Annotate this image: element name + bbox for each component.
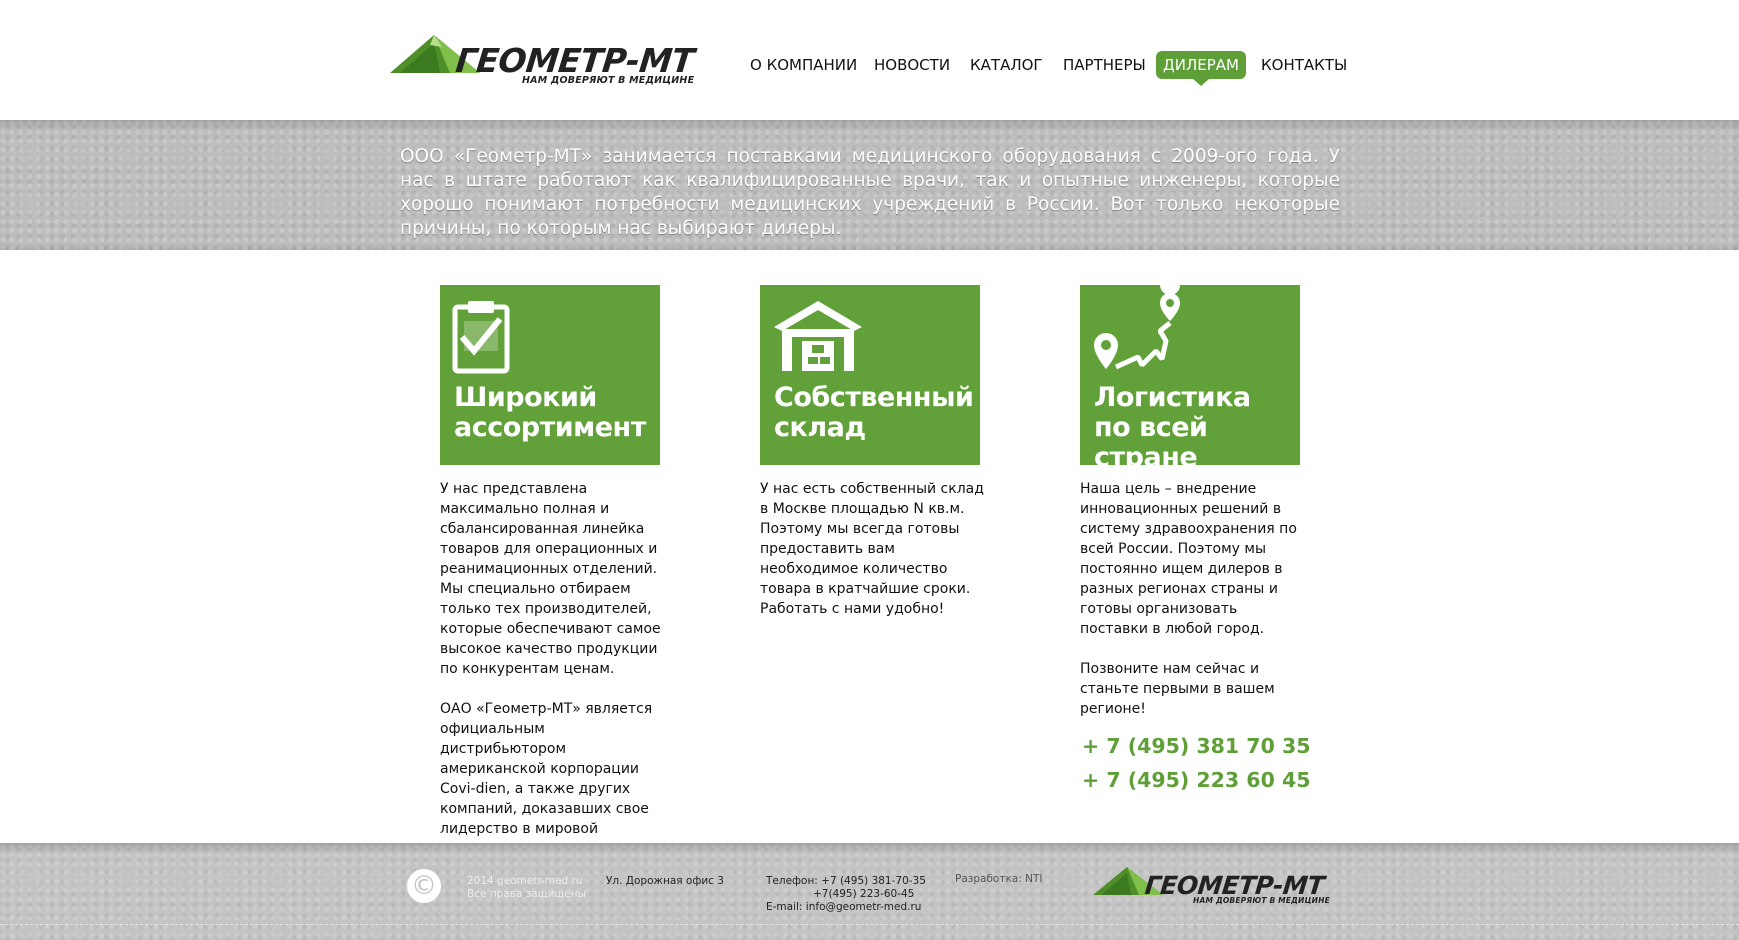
feature-assortment: Широкий ассортимент У нас представлена м…: [440, 285, 670, 879]
feature-title: Логистика по всей стране: [1094, 382, 1251, 473]
copyright-icon: ©: [407, 869, 441, 903]
route-map-icon: [1094, 285, 1181, 370]
footer-phone-1: Телефон: +7 (495) 381-70-35: [766, 875, 926, 887]
feature-paragraph: У нас есть собственный склад в Москве пл…: [760, 481, 984, 617]
feature-paragraph: У нас представлена максимально полная и …: [440, 481, 661, 677]
nav-item-about[interactable]: О КОМПАНИИ: [750, 51, 857, 79]
intro-band: ООО «Геометр-МТ» занимается поставками м…: [0, 120, 1739, 250]
developer-credit[interactable]: Разработка: NTI: [955, 873, 1042, 886]
footer-logo[interactable]: ГЕОМЕТР-МТ НАМ ДОВЕРЯЮТ В МЕДИЦИНЕ: [1093, 865, 1330, 909]
site-footer: © 2014 geometr-med.ru Все права защищены…: [0, 843, 1739, 940]
footer-phone-2: +7(495) 223-60-45: [813, 888, 915, 900]
feature-paragraph: ОАО «Геометр-МТ» является официальным ди…: [440, 701, 653, 857]
feature-card: Логистика по всей стране: [1080, 285, 1300, 473]
feature-warehouse: Собственный склад У нас есть собственный…: [760, 285, 990, 639]
nav-item-partners[interactable]: ПАРТНЕРЫ: [1063, 51, 1146, 79]
copyright-line: 2014 geometr-med.ru: [467, 875, 583, 887]
phone-number[interactable]: + 7 (495) 381 70 35: [1082, 729, 1311, 763]
feature-description: У нас есть собственный склад в Москве пл…: [760, 479, 985, 619]
feature-card: Собственный склад: [760, 285, 980, 465]
phone-number[interactable]: + 7 (495) 223 60 45: [1082, 763, 1311, 797]
nav-item-catalog[interactable]: КАТАЛОГ: [970, 51, 1043, 79]
feature-description: Наша цель – внедрение инновационных реше…: [1080, 479, 1311, 797]
active-pointer-icon: [1193, 79, 1209, 86]
intro-text: ООО «Геометр-МТ» занимается поставками м…: [400, 146, 1340, 239]
feature-title: Собственный склад: [774, 382, 974, 443]
warehouse-icon: [774, 301, 862, 371]
footer-divider: [0, 924, 1739, 925]
footer-address: Ул. Дорожная офис 3: [606, 875, 724, 887]
feature-paragraph: Наша цель – внедрение инновационных реше…: [1080, 481, 1297, 637]
site-header: ГЕОМЕТР-МТ НАМ ДОВЕРЯЮТ В МЕДИЦИНЕ О КОМ…: [0, 0, 1739, 120]
feature-description: У нас представлена максимально полная и …: [440, 479, 665, 859]
nav-item-dealers[interactable]: ДИЛЕРАМ: [1156, 51, 1246, 86]
main-nav: О КОМПАНИИ НОВОСТИ КАТАЛОГ ПАРТНЕРЫ ДИЛЕ…: [0, 51, 1739, 91]
nav-item-news[interactable]: НОВОСТИ: [874, 51, 950, 79]
feature-paragraph: Позвоните нам сейчас и станьте первыми в…: [1080, 661, 1275, 717]
footer-email[interactable]: E-mail: info@geometr-med.ru: [766, 901, 921, 914]
feature-card: Широкий ассортимент: [440, 285, 660, 465]
feature-title: Широкий ассортимент: [454, 382, 646, 443]
footer-logo-tagline: НАМ ДОВЕРЯЮТ В МЕДИЦИНЕ: [1193, 896, 1330, 905]
clipboard-check-icon: [452, 301, 510, 374]
feature-logistics: Логистика по всей стране Наша цель – вне…: [1080, 285, 1311, 797]
nav-item-dealers-label: ДИЛЕРАМ: [1163, 56, 1239, 74]
nav-item-contacts[interactable]: КОНТАКТЫ: [1261, 51, 1347, 79]
rights-line: Все права защищены: [467, 888, 586, 900]
